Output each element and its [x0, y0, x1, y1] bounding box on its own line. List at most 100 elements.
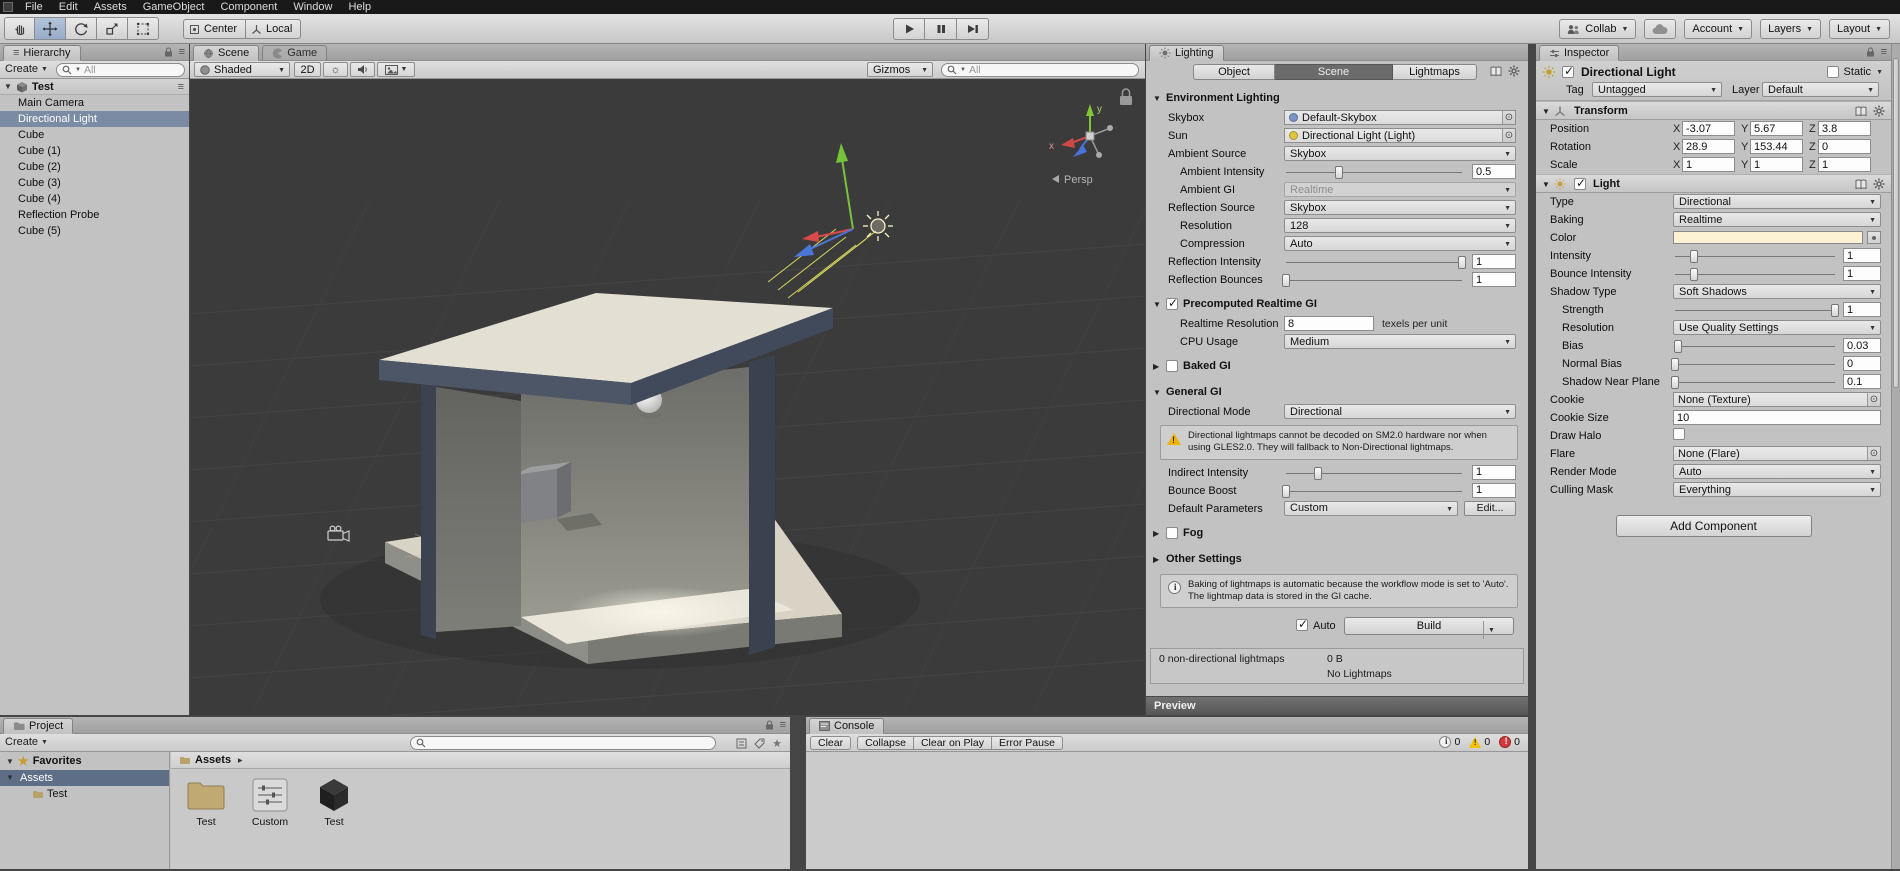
2d-toggle-button[interactable]: 2D [294, 62, 321, 77]
gear-icon[interactable] [1873, 105, 1885, 117]
hierarchy-item-cube-2[interactable]: Cube (2) [0, 159, 189, 175]
project-create-button[interactable]: Create ▼ [5, 736, 48, 748]
scene-lighting-toggle[interactable]: ☼ [323, 62, 348, 77]
scene-search-input[interactable]: ▼ All [941, 63, 1139, 77]
pivot-toggle-button[interactable]: Center [183, 19, 247, 39]
lock-icon[interactable] [765, 720, 774, 730]
slider-thumb[interactable] [1690, 250, 1699, 263]
move-tool-button[interactable] [35, 17, 66, 40]
lock-icon[interactable] [1866, 47, 1875, 57]
layer-dropdown[interactable]: Default ▼ [1762, 82, 1879, 97]
slider-thumb[interactable] [1282, 274, 1290, 287]
hierarchy-item-cube[interactable]: Cube [0, 127, 189, 143]
gear-icon[interactable] [1873, 178, 1885, 190]
hierarchy-search-input[interactable]: ▼ All [56, 63, 185, 77]
section-environment-lighting[interactable]: ▼ Environment Lighting [1146, 87, 1528, 109]
vector-field-z[interactable]: 0 [1818, 139, 1871, 154]
hierarchy-item-directional-light[interactable]: Directional Light [0, 111, 189, 127]
directional-mode-dropdown[interactable]: Directional ▼ [1284, 404, 1516, 419]
project-tree-item-test[interactable]: Test [0, 786, 169, 802]
vector-field-z[interactable]: 3.8 [1818, 121, 1871, 136]
slider-thumb[interactable] [1671, 358, 1679, 371]
build-dropdown-arrow[interactable]: ▼ [1483, 621, 1499, 640]
tag-dropdown[interactable]: Untagged ▼ [1592, 82, 1722, 97]
static-control[interactable]: Static ▼ [1826, 66, 1883, 78]
rect-tool-button[interactable] [128, 17, 159, 40]
light-enabled-checkbox[interactable] [1574, 176, 1586, 190]
slider-thumb[interactable] [1458, 256, 1466, 269]
section-arrow-icon[interactable]: ▶ [1153, 362, 1159, 371]
static-checkbox[interactable] [1826, 66, 1839, 78]
search-filter-arrow-icon[interactable]: ▼ [960, 67, 966, 73]
ambient-source-dropdown[interactable]: Skybox ▼ [1284, 146, 1516, 161]
ambient-gi-dropdown[interactable]: Realtime ▼ [1284, 182, 1516, 197]
build-button[interactable]: Build ▼ [1344, 617, 1514, 640]
slider-track[interactable] [1282, 484, 1462, 498]
compression-dropdown[interactable]: Auto ▼ [1284, 236, 1516, 251]
menu-edit[interactable]: Edit [51, 0, 86, 14]
favorites-section[interactable]: ▼ ★ Favorites [0, 752, 169, 770]
default-parameters-dropdown[interactable]: Custom ▼ [1284, 500, 1458, 516]
slider-value-field[interactable]: 0.5 [1472, 164, 1516, 179]
slider-value-field[interactable]: 1 [1843, 302, 1881, 317]
tab-inspector[interactable]: Inspector [1539, 45, 1620, 61]
section-arrow-icon[interactable]: ▼ [1153, 94, 1161, 103]
color-picker-icon[interactable] [1867, 231, 1881, 244]
draw-halo-checkbox[interactable] [1673, 428, 1685, 440]
foldout-arrow-icon[interactable]: ▼ [1542, 107, 1550, 116]
help-book-icon[interactable] [1490, 66, 1502, 77]
baking-dropdown[interactable]: Realtime ▼ [1673, 212, 1881, 227]
hierarchy-item-cube-1[interactable]: Cube (1) [0, 143, 189, 159]
hierarchy-item-cube-5[interactable]: Cube (5) [0, 223, 189, 239]
hierarchy-item-cube-3[interactable]: Cube (3) [0, 175, 189, 191]
scene-viewport[interactable]: y x Persp [190, 79, 1145, 715]
vector-field-y[interactable]: 1 [1750, 157, 1803, 172]
console-button-error-pause[interactable]: Error Pause [991, 736, 1064, 750]
cloud-button[interactable] [1644, 19, 1677, 39]
console-counter-info[interactable]: 0 [1439, 736, 1460, 748]
viewport-lock-icon[interactable] [1120, 88, 1132, 105]
console-counter-error[interactable]: 0 [1499, 736, 1520, 748]
collab-button[interactable]: Collab ▼ [1559, 19, 1637, 39]
object-picker-icon[interactable]: ⊙ [1502, 111, 1515, 124]
scale-tool-button[interactable] [97, 17, 128, 40]
tab-hierarchy[interactable]: ≡ Hierarchy [3, 45, 81, 61]
default-parameters-edit-button[interactable]: Edit... [1464, 500, 1516, 516]
menu-help[interactable]: Help [340, 0, 379, 14]
asset-item-test[interactable]: Test [179, 776, 233, 828]
cookie-object-field[interactable]: None (Texture) ⊙ [1673, 392, 1881, 407]
object-picker-icon[interactable]: ⊙ [1867, 447, 1880, 460]
account-dropdown[interactable]: Account ▼ [1684, 19, 1753, 39]
scrollbar-thumb[interactable] [1893, 58, 1899, 388]
resolution-dropdown[interactable]: Use Quality Settings ▼ [1673, 320, 1881, 335]
slider-track[interactable] [1675, 304, 1839, 317]
inspector-scrollbar[interactable] [1891, 44, 1900, 869]
vector-field-x[interactable]: 28.9 [1682, 139, 1735, 154]
scene-header-row[interactable]: ▼ Test ≡ [0, 79, 189, 95]
auto-build-checkbox[interactable] [1296, 617, 1308, 632]
section-checkbox[interactable] [1166, 526, 1178, 539]
section-other-settings[interactable]: ▶ Other Settings [1146, 548, 1528, 570]
tab-game[interactable]: Game [262, 45, 328, 61]
lighting-mode-tab-lightmaps[interactable]: Lightmaps [1393, 64, 1477, 80]
slider-value-field[interactable]: 1 [1843, 266, 1881, 281]
slider-track[interactable] [1286, 256, 1466, 269]
console-button-clear-on-play[interactable]: Clear on Play [913, 736, 992, 750]
help-book-icon[interactable] [1855, 179, 1867, 190]
section-checkbox[interactable] [1166, 360, 1178, 372]
gizmos-dropdown[interactable]: Gizmos ▼ [867, 62, 933, 77]
skybox-object-field[interactable]: Default-Skybox ⊙ [1284, 110, 1516, 125]
resolution-dropdown[interactable]: 128 ▼ [1284, 218, 1516, 233]
slider-value-field[interactable]: 1 [1472, 254, 1516, 269]
vector-field-x[interactable]: -3.07 [1682, 121, 1735, 136]
vector-field-z[interactable]: 1 [1818, 157, 1871, 172]
play-button[interactable] [893, 18, 925, 40]
render-mode-dropdown[interactable]: Auto ▼ [1673, 464, 1881, 479]
layout-dropdown[interactable]: Layout ▼ [1829, 19, 1890, 39]
tab-project[interactable]: Project [3, 718, 74, 734]
cookie-size-field[interactable]: 10 [1673, 410, 1881, 425]
realtime-resolution-field[interactable]: 8 [1284, 316, 1374, 331]
menu-gameobject[interactable]: GameObject [135, 0, 213, 14]
rotate-tool-button[interactable] [66, 17, 97, 40]
search-by-label-icon[interactable] [754, 738, 765, 749]
